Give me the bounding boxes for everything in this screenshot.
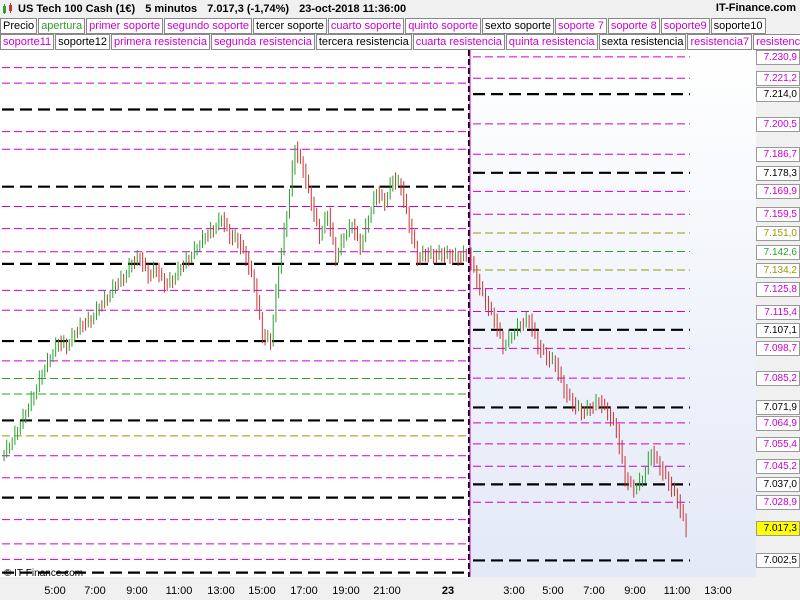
candlestick-icon xyxy=(3,3,12,14)
copyright: © IT-Finance.com xyxy=(4,568,84,579)
price-label: 7.064,9 xyxy=(756,415,800,431)
x-tick-label: 15:00 xyxy=(248,585,276,597)
price-label: 7.230,9 xyxy=(756,49,800,65)
price-label: 7.055,4 xyxy=(756,436,800,452)
price-label: 7.186,7 xyxy=(756,147,800,163)
timeframe: 5 minutos xyxy=(145,3,198,15)
legend-item[interactable]: soporte11 xyxy=(0,34,55,50)
legend-item[interactable]: Precio xyxy=(0,18,38,34)
price-label: 7.098,7 xyxy=(756,341,800,357)
x-tick-label: 17:00 xyxy=(290,585,318,597)
price-label: 7.085,2 xyxy=(756,371,800,387)
price-label: 7.142,6 xyxy=(756,244,800,260)
x-tick-label: 5:00 xyxy=(542,585,564,597)
price-label: 7.169,9 xyxy=(756,184,800,200)
legend-item[interactable]: segundo soporte xyxy=(164,18,253,34)
price-label: 7.017,3 xyxy=(756,520,800,536)
x-tick-label: 11:00 xyxy=(663,585,691,597)
legend-row-2: soporte11 soporte12 primera resistencia seg… xyxy=(0,34,800,50)
price-label: 7.115,4 xyxy=(756,304,800,320)
legend-item[interactable]: soporte10 xyxy=(710,18,766,34)
legend-item[interactable]: soporte 7 xyxy=(555,18,607,34)
time-axis: 5:00 7:00 9:00 11:00 13:00 15:00 17:00 19:00 21:… xyxy=(0,580,756,600)
plot-bg-today xyxy=(469,50,756,577)
legend-item[interactable]: primer soporte xyxy=(86,18,164,34)
chart-header: US Tech 100 Cash (1€) 5 minutos 7.017,3 … xyxy=(0,0,800,18)
x-tick-label: 21:00 xyxy=(373,585,401,597)
legend-item[interactable]: tercera resistencia xyxy=(315,34,412,50)
price-label: 7.002,5 xyxy=(756,553,800,569)
x-tick-label: 7:00 xyxy=(84,585,106,597)
x-tick-label: 7:00 xyxy=(583,585,605,597)
x-tick-label: 5:00 xyxy=(44,585,66,597)
price-label: 7.107,1 xyxy=(756,322,800,338)
price-label: 7.125,8 xyxy=(756,281,800,297)
legend-row-1: Precio apertura primer soporte segundo sopo… xyxy=(0,18,800,34)
last-price: 7.017,3 (-1,74%) xyxy=(207,3,290,15)
price-label: 7.045,2 xyxy=(756,459,800,475)
x-tick-label: 19:00 xyxy=(332,585,360,597)
brand[interactable]: IT-Finance.com xyxy=(716,2,796,14)
price-label: 7.134,2 xyxy=(756,263,800,279)
legend-item[interactable]: quinto soporte xyxy=(405,18,481,34)
legend-item[interactable]: sexta resistencia xyxy=(598,34,687,50)
legend-item[interactable]: soporte 8 xyxy=(607,18,660,34)
instrument-name: US Tech 100 Cash (1€) xyxy=(18,3,136,15)
x-tick-label: 11:00 xyxy=(165,585,193,597)
x-tick-label: 13:00 xyxy=(704,585,732,597)
legend-item[interactable]: cuarto soporte xyxy=(327,18,405,34)
x-tick-label: 3:00 xyxy=(503,585,525,597)
legend-item[interactable]: sexto soporte xyxy=(481,18,555,34)
price-label: 7.159,5 xyxy=(756,207,800,223)
legend-item[interactable]: primera resistencia xyxy=(111,34,210,50)
x-tick-label: 23 xyxy=(441,585,455,597)
legend-item[interactable]: resistencia8 xyxy=(753,34,800,50)
price-label: 7.221,2 xyxy=(756,71,800,87)
price-label: 7.214,0 xyxy=(756,87,800,103)
x-tick-label: 13:00 xyxy=(207,585,235,597)
legend-item[interactable]: quinta resistencia xyxy=(505,34,598,50)
price-label: 7.037,0 xyxy=(756,477,800,493)
price-label: 7.028,9 xyxy=(756,495,800,511)
price-label: 7.071,9 xyxy=(756,400,800,416)
x-tick-label: 9:00 xyxy=(126,585,148,597)
price-chart[interactable] xyxy=(0,50,800,600)
legend-item[interactable]: segunda resistencia xyxy=(210,34,315,50)
price-label: 7.151,0 xyxy=(756,226,800,242)
x-tick-label: 9:00 xyxy=(624,585,646,597)
legend-item[interactable]: soporte12 xyxy=(55,34,111,50)
legend-item[interactable]: cuarta resistencia xyxy=(412,34,505,50)
legend-item[interactable]: apertura xyxy=(38,18,86,34)
legend-item[interactable]: tercer soporte xyxy=(253,18,327,34)
price-axis: 7.230,9 7.221,2 7.214,0 7.200,5 7.186,7 7.178… xyxy=(756,49,800,600)
price-label: 7.200,5 xyxy=(756,116,800,132)
legend-item[interactable]: soporte9 xyxy=(660,18,710,34)
datetime: 23-oct-2018 11:36:00 xyxy=(299,3,407,15)
chart-area[interactable]: 7.230,9 7.221,2 7.214,0 7.200,5 7.186,7 7.178… xyxy=(0,49,800,600)
legend-item[interactable]: resistencia7 xyxy=(687,34,753,50)
price-label: 7.178,3 xyxy=(756,165,800,181)
